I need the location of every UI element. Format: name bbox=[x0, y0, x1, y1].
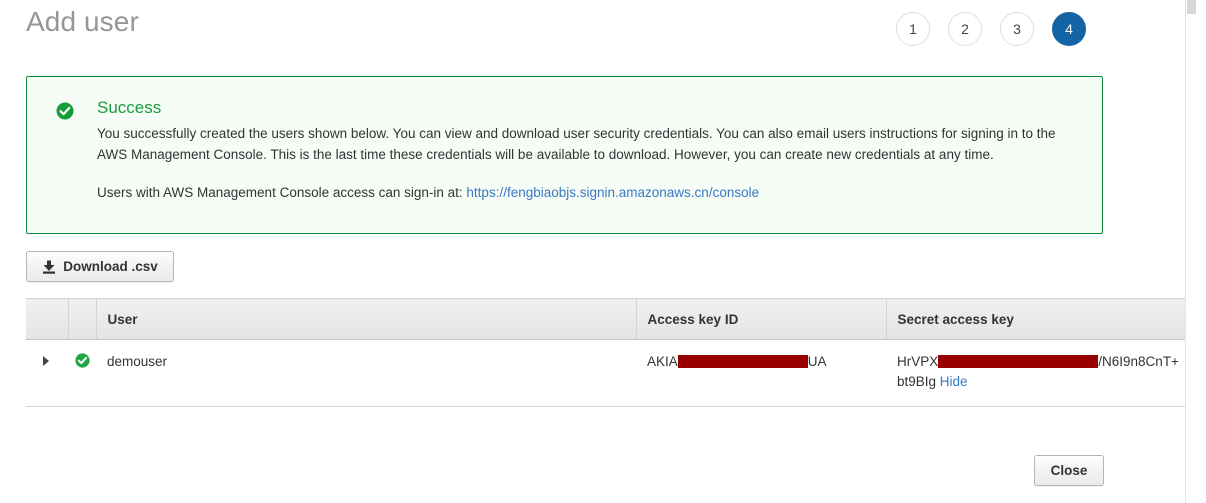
row-secret-access-key-cell: HrVPX/N6I9n8CnT+bt9BIg Hide bbox=[886, 339, 1185, 407]
download-csv-button[interactable]: Download .csv bbox=[26, 251, 174, 282]
access-key-id-suffix: UA bbox=[807, 354, 827, 369]
row-user-cell: demouser bbox=[96, 339, 636, 407]
credentials-table: User Access key ID Secret access key dem… bbox=[26, 298, 1185, 407]
alert-paragraph-2: Users with AWS Management Console access… bbox=[97, 182, 1072, 203]
column-header-status bbox=[68, 298, 97, 340]
add-user-page: Add user 1 2 3 4 Success You successfull… bbox=[0, 0, 1196, 503]
close-button[interactable]: Close bbox=[1034, 455, 1104, 486]
secret-access-key-value: HrVPX/N6I9n8CnT+bt9BIg Hide bbox=[897, 354, 1179, 389]
alert-title: Success bbox=[97, 98, 162, 117]
table-header-row: User Access key ID Secret access key bbox=[26, 298, 1185, 340]
wizard-step-1[interactable]: 1 bbox=[896, 12, 930, 46]
row-status-cell bbox=[68, 339, 96, 407]
column-header-expand bbox=[26, 298, 69, 340]
alert-signin-prefix: Users with AWS Management Console access… bbox=[97, 185, 467, 200]
download-csv-label: Download .csv bbox=[63, 259, 158, 274]
row-expand-cell[interactable] bbox=[26, 339, 68, 407]
access-key-id-prefix: AKIA bbox=[647, 354, 678, 369]
wizard-step-4[interactable]: 4 bbox=[1052, 12, 1086, 46]
triangle-right-icon[interactable] bbox=[43, 356, 49, 366]
vertical-scrollbar[interactable] bbox=[1185, 0, 1196, 503]
table-row: demouser AKIA UA HrVPX/N6I9n8CnT+bt9BIg H… bbox=[26, 339, 1185, 407]
wizard-step-3[interactable]: 3 bbox=[1000, 12, 1034, 46]
alert-body: Success You successfully created the use… bbox=[97, 97, 1078, 203]
hide-secret-key-link[interactable]: Hide bbox=[940, 374, 968, 389]
access-key-id-value: AKIA UA bbox=[647, 354, 827, 369]
alert-paragraph-1: You successfully created the users shown… bbox=[97, 126, 1056, 162]
secret-key-suffix: /N6I9n8Cn bbox=[1098, 354, 1163, 369]
check-circle-icon bbox=[56, 102, 74, 120]
check-circle-icon bbox=[75, 353, 90, 368]
page-title: Add user bbox=[26, 6, 139, 37]
column-header-access-key-id: Access key ID bbox=[636, 298, 887, 340]
close-button-label: Close bbox=[1050, 463, 1088, 478]
secret-key-redaction bbox=[938, 355, 1099, 368]
row-access-key-id-cell: AKIA UA bbox=[636, 339, 886, 407]
wizard-step-indicator: 1 2 3 4 bbox=[896, 12, 1086, 46]
column-header-secret-access-key: Secret access key bbox=[886, 298, 1185, 340]
column-header-user: User bbox=[96, 298, 637, 340]
access-key-id-redaction bbox=[677, 355, 808, 368]
console-signin-link[interactable]: https://fengbiaobjs.signin.amazonaws.cn/… bbox=[466, 185, 759, 200]
download-icon bbox=[42, 260, 56, 274]
success-alert: Success You successfully created the use… bbox=[26, 76, 1103, 234]
page-header: Add user 1 2 3 4 bbox=[0, 0, 1196, 60]
user-name: demouser bbox=[107, 354, 168, 369]
wizard-step-2[interactable]: 2 bbox=[948, 12, 982, 46]
scrollbar-thumb[interactable] bbox=[1187, 0, 1196, 14]
secret-key-prefix: HrVPX bbox=[897, 354, 939, 369]
